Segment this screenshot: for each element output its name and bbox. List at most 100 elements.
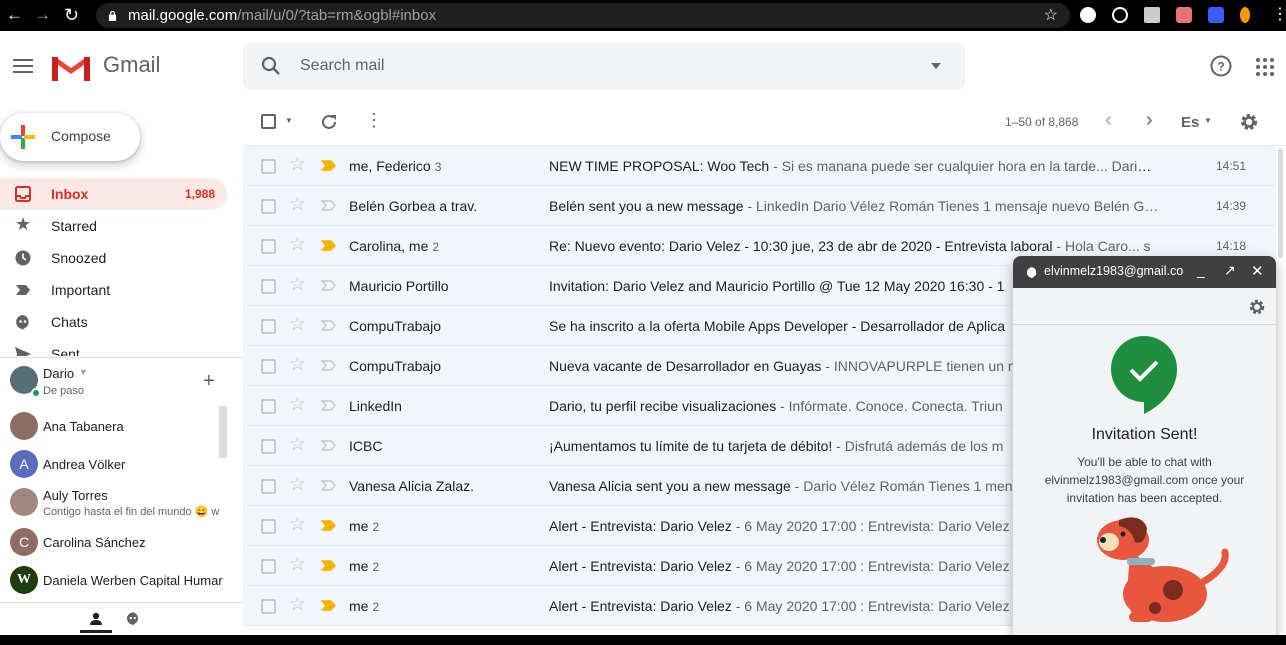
more-options-icon[interactable]: ⋮ [365, 111, 383, 129]
email-select-checkbox[interactable] [261, 359, 276, 374]
star-toggle-icon[interactable]: ☆ [289, 355, 306, 375]
apps-grid-icon[interactable] [1256, 58, 1274, 76]
email-select-checkbox[interactable] [261, 399, 276, 414]
extension-icon-4[interactable] [1176, 7, 1192, 23]
reload-icon[interactable]: ↻ [64, 4, 79, 26]
email-subject: Alert - Entrevista: Dario Velez [549, 518, 732, 534]
sender-name: Belén Gorbea a trav. [349, 198, 478, 214]
contacts-tab[interactable] [80, 603, 112, 633]
star-toggle-icon[interactable]: ☆ [289, 315, 306, 335]
email-select-checkbox[interactable] [261, 319, 276, 334]
email-select-checkbox[interactable] [261, 559, 276, 574]
email-select-checkbox[interactable] [261, 519, 276, 534]
browser-menu-icon[interactable]: ⋮ [1272, 4, 1286, 26]
sidebar-item-snoozed[interactable]: Snoozed [0, 242, 227, 274]
hangouts-user-name[interactable]: Dario [43, 366, 74, 381]
mail-list-scrollbar[interactable] [1276, 146, 1286, 635]
star-toggle-icon[interactable]: ☆ [289, 595, 306, 615]
email-select-checkbox[interactable] [261, 159, 276, 174]
search-options-icon[interactable] [931, 63, 941, 69]
settings-gear-icon[interactable] [1239, 112, 1259, 132]
email-row[interactable]: ☆ Belén Gorbea a trav. Belén sent you a ne… [243, 186, 1276, 226]
older-page-icon[interactable]: › [1146, 109, 1153, 132]
contact-item[interactable]: C Carolina Sánchez [10, 523, 230, 561]
compose-button[interactable]: Compose [0, 113, 140, 161]
star-toggle-icon[interactable]: ☆ [289, 275, 306, 295]
help-icon[interactable]: ? [1210, 55, 1232, 77]
email-subject: Dario, tu perfil recibe visualizaciones [549, 398, 777, 414]
os-dock-edge [0, 635, 1286, 645]
search-input[interactable]: Search mail [300, 57, 384, 75]
email-select-checkbox[interactable] [261, 599, 276, 614]
address-bar[interactable]: mail.google.com/mail/u/0/?tab=rm&ogbl#in… [96, 3, 1070, 28]
close-icon[interactable]: ✕ [1251, 262, 1264, 280]
sidebar-item-important[interactable]: Important [0, 274, 227, 306]
bookmark-star-icon[interactable]: ☆ [1044, 3, 1058, 28]
important-marker-icon[interactable] [321, 400, 336, 411]
email-sender: LinkedIn [349, 398, 406, 414]
popout-icon[interactable]: ↗ [1224, 262, 1236, 279]
important-marker-icon[interactable] [321, 160, 336, 171]
contact-item[interactable]: A Andrea Völker [10, 445, 230, 483]
sidebar-item-sent[interactable]: Sent [0, 338, 227, 356]
input-tools-dropdown-icon[interactable]: ▼ [1204, 116, 1212, 125]
important-marker-icon[interactable] [321, 200, 336, 211]
status-dropdown-icon[interactable]: ▼ [79, 367, 88, 377]
important-marker-icon[interactable] [321, 280, 336, 291]
main-menu-icon[interactable] [13, 59, 33, 73]
newer-page-icon[interactable]: ‹ [1105, 109, 1112, 132]
back-icon[interactable]: ← [6, 4, 23, 26]
email-select-checkbox[interactable] [261, 239, 276, 254]
search-box[interactable]: Search mail [243, 42, 965, 90]
minimize-icon[interactable]: _ [1197, 262, 1205, 278]
input-tools-button[interactable]: Es [1181, 114, 1199, 131]
select-dropdown-icon[interactable]: ▼ [285, 116, 293, 125]
forward-icon[interactable]: → [34, 4, 51, 26]
important-marker-icon[interactable] [321, 360, 336, 371]
sidebar-item-starred[interactable]: ★ Starred [0, 210, 227, 242]
new-conversation-plus-icon[interactable]: + [203, 371, 215, 391]
important-marker-icon[interactable] [321, 320, 336, 331]
select-all-checkbox[interactable] [261, 114, 276, 129]
email-select-checkbox[interactable] [261, 279, 276, 294]
search-icon[interactable] [261, 56, 281, 76]
pagination-info[interactable]: 1–50 of 8,868 [1005, 115, 1078, 129]
email-select-checkbox[interactable] [261, 479, 276, 494]
extension-icon-1[interactable] [1080, 7, 1096, 23]
sidebar-item-inbox[interactable]: Inbox 1,988 [0, 178, 227, 210]
star-toggle-icon[interactable]: ☆ [289, 395, 306, 415]
important-marker-icon[interactable] [321, 560, 336, 571]
chat-settings-icon[interactable] [1248, 298, 1266, 316]
extension-icon-3[interactable] [1144, 7, 1160, 23]
refresh-icon[interactable] [320, 113, 338, 131]
contact-item[interactable]: Ana Tabanera [10, 407, 230, 445]
extension-icon-2[interactable] [1112, 7, 1128, 23]
star-toggle-icon[interactable]: ☆ [289, 555, 306, 575]
important-marker-icon[interactable] [321, 520, 336, 531]
sidebar-item-chats[interactable]: Chats [0, 306, 227, 338]
star-toggle-icon[interactable]: ☆ [289, 515, 306, 535]
email-row[interactable]: ☆ me, Federico 3 NEW TIME PROPOSAL: Woo Tec… [243, 146, 1276, 186]
contact-item[interactable]: Auly Torres Contigo hasta el fin del mun… [10, 483, 230, 521]
important-marker-icon[interactable] [321, 240, 336, 251]
extension-icon-6[interactable] [1240, 7, 1250, 23]
important-marker-icon[interactable] [321, 480, 336, 491]
scrollbar-thumb[interactable] [1278, 148, 1283, 258]
contact-avatar: A [10, 450, 38, 478]
email-select-checkbox[interactable] [261, 199, 276, 214]
star-toggle-icon[interactable]: ☆ [289, 235, 306, 255]
hangouts-tab-icon[interactable] [126, 611, 140, 626]
email-select-checkbox[interactable] [261, 439, 276, 454]
star-toggle-icon[interactable]: ☆ [289, 435, 306, 455]
email-subject: Alert - Entrevista: Dario Velez [549, 598, 732, 614]
important-marker-icon[interactable] [321, 600, 336, 611]
star-toggle-icon[interactable]: ☆ [289, 475, 306, 495]
contact-item[interactable]: W Daniela Werben Capital Humar [10, 561, 230, 599]
star-toggle-icon[interactable]: ☆ [289, 155, 306, 175]
chat-header[interactable]: elvinmelz1983@gmail.com _ ↗ ✕ [1013, 256, 1276, 288]
sidebar-item-label: Starred [51, 218, 97, 234]
sender-name: Carolina, me [349, 238, 429, 254]
extension-puzzle-icon[interactable] [1208, 7, 1224, 23]
important-marker-icon[interactable] [321, 440, 336, 451]
star-toggle-icon[interactable]: ☆ [289, 195, 306, 215]
